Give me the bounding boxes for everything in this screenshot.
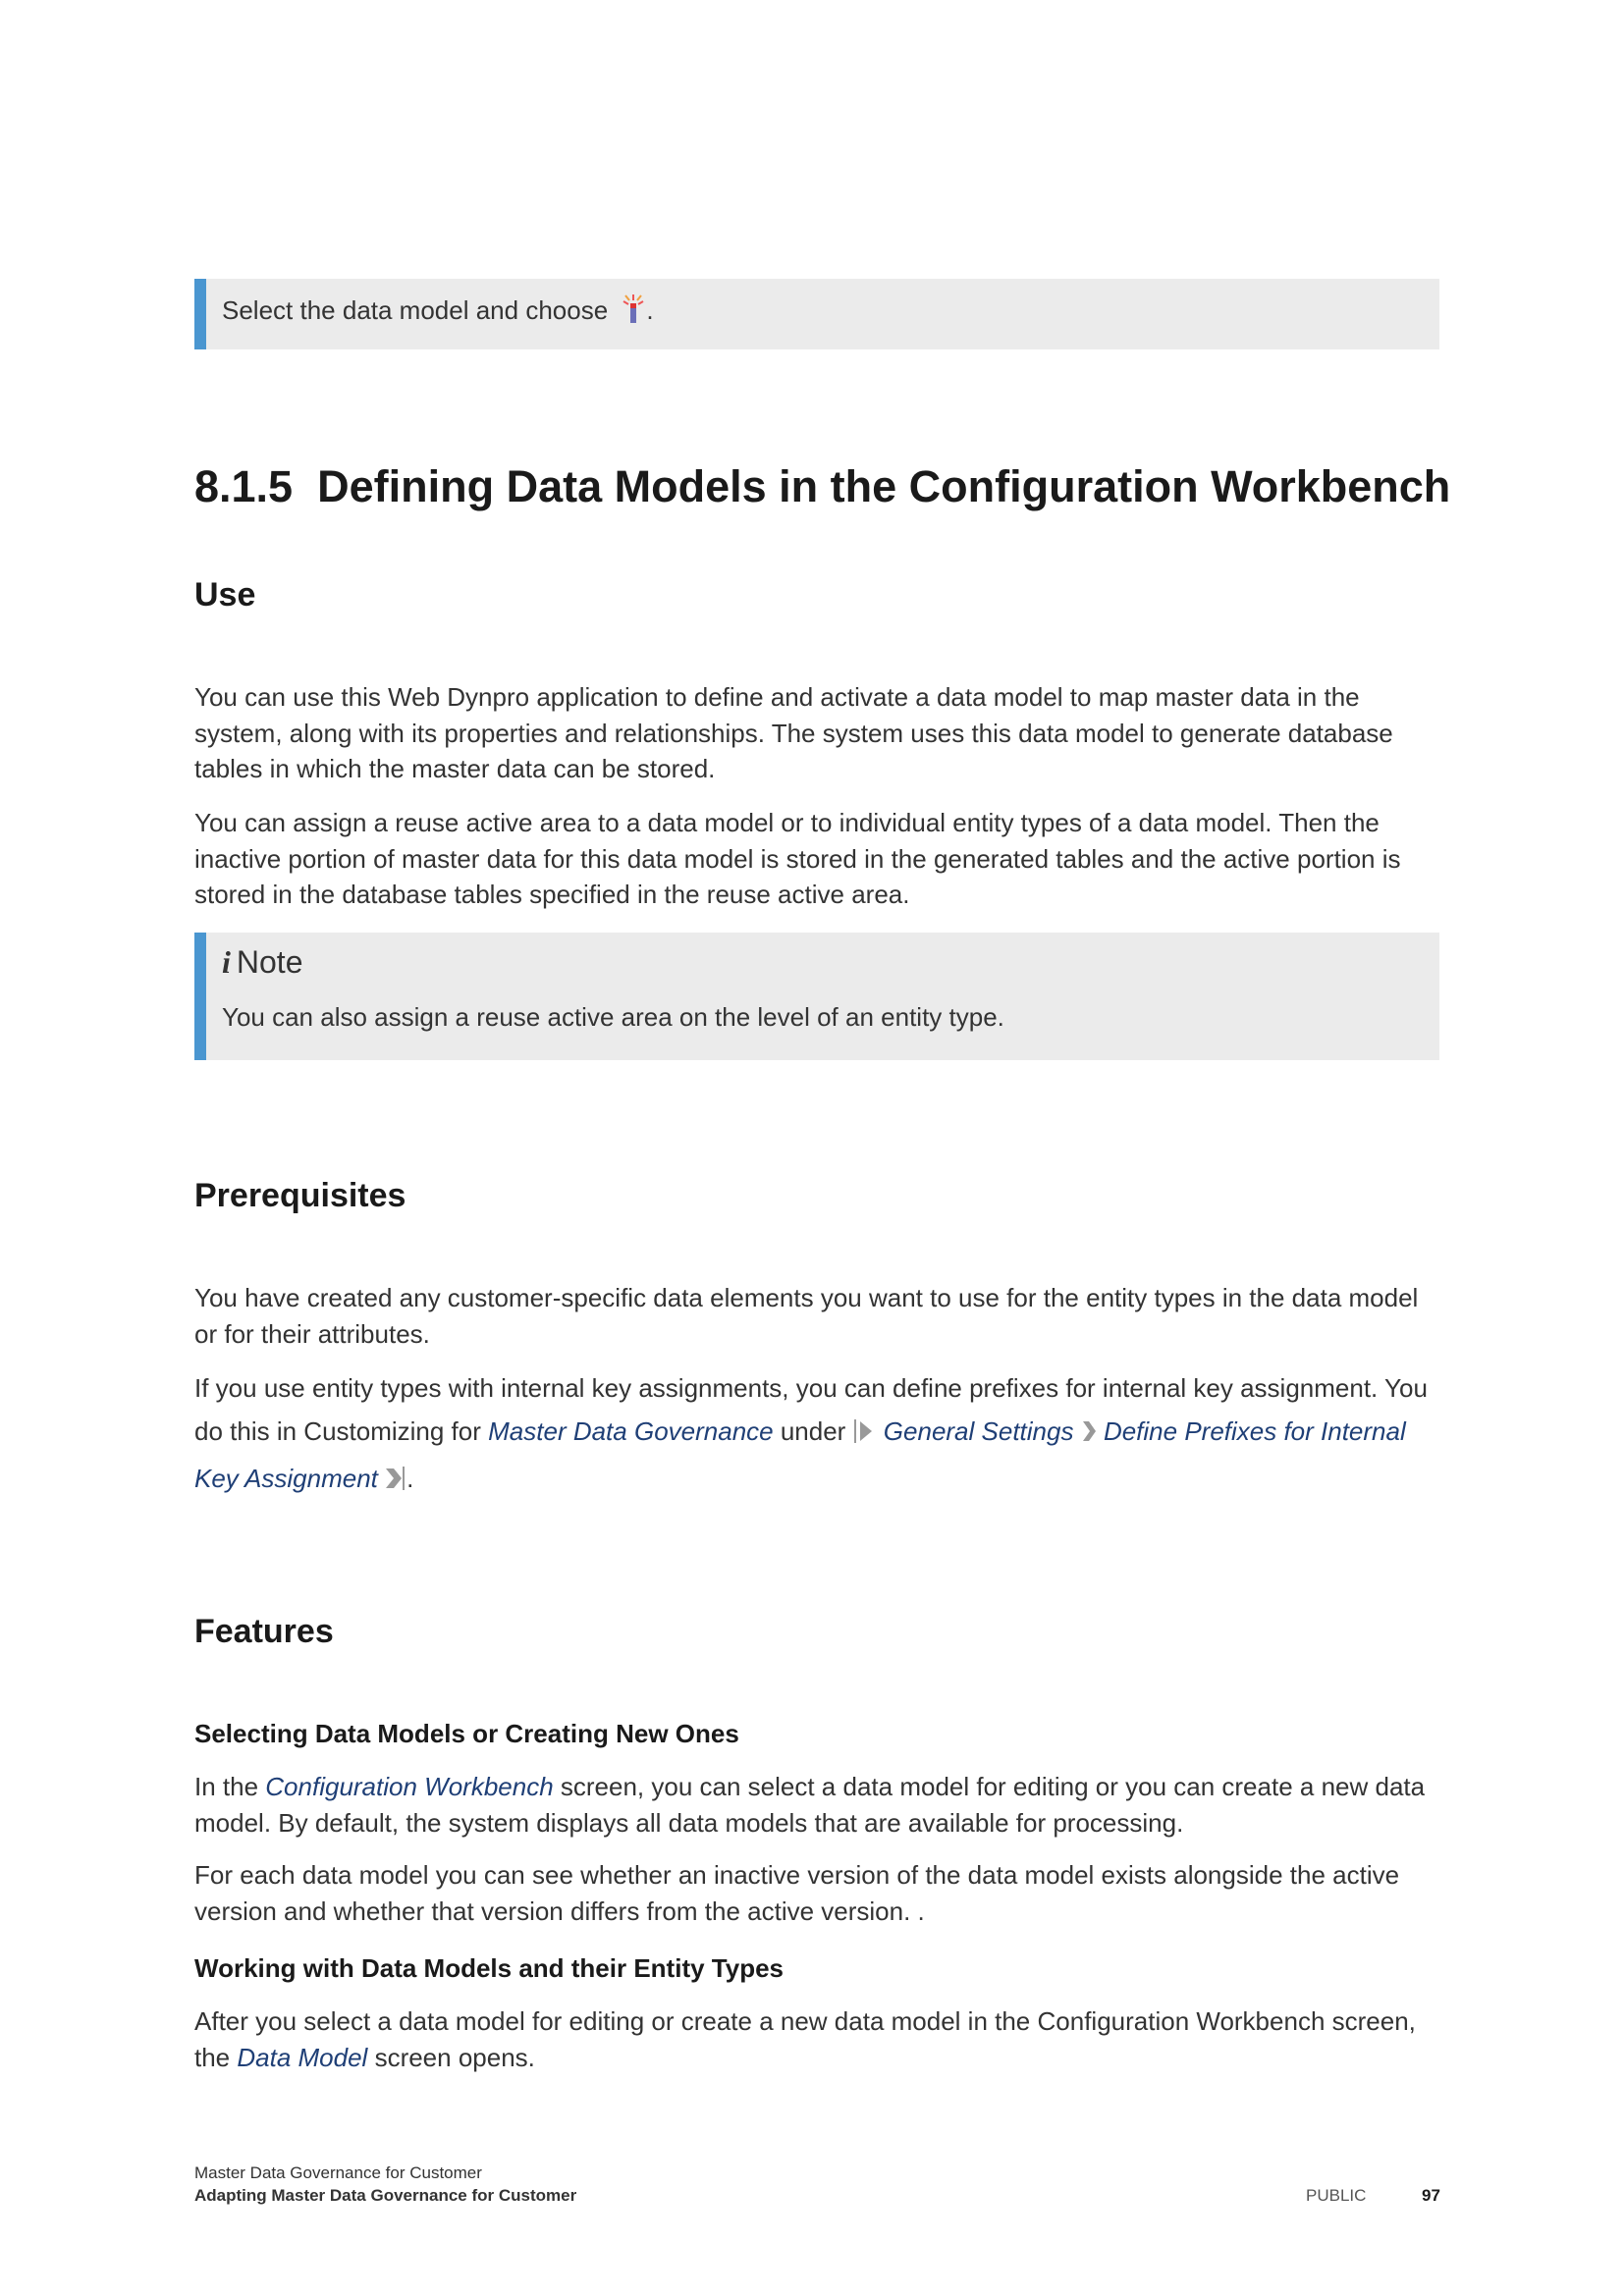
features-heading: Features [194, 1613, 334, 1650]
section-number: 8.1.5 [194, 461, 294, 511]
features-subheading-1: Selecting Data Models or Creating New On… [194, 1719, 739, 1748]
magic-wand-icon [621, 294, 646, 334]
note-text: You can also assign a reuse active area … [222, 1002, 1004, 1032]
note-callout: i Note You can also assign a reuse active… [194, 933, 1439, 1060]
note-label: Note [236, 944, 303, 980]
master-data-governance-link[interactable]: Master Data Governance [488, 1416, 773, 1446]
footer-document-title: Master Data Governance for Customer [194, 2163, 482, 2182]
section-heading: 8.1.5 Defining Data Models in the Config… [194, 457, 1450, 516]
features-paragraph-2: For each data model you can see whether … [194, 1860, 1400, 1926]
path-separator-icon [1081, 1414, 1097, 1457]
note-header: i Note [222, 942, 302, 982]
data-model-link[interactable]: Data Model [237, 2043, 367, 2072]
footer-chapter-title: Adapting Master Data Governance for Cust… [194, 2186, 577, 2205]
use-paragraph-2: You can assign a reuse active area to a … [194, 808, 1401, 909]
features-subheading-2: Working with Data Models and their Entit… [194, 1953, 784, 1983]
page-number: 97 [1422, 2186, 1440, 2205]
path-end-icon [385, 1461, 406, 1504]
prerequisites-heading: Prerequisites [194, 1177, 406, 1214]
instruction-callout: Select the data model and choose . [194, 279, 1439, 349]
general-settings-link[interactable]: General Settings [884, 1416, 1074, 1446]
prerequisites-paragraph-2: If you use entity types with internal ke… [194, 1366, 1443, 1504]
features-paragraph-3: After you select a data model for editin… [194, 2006, 1416, 2072]
prerequisites-paragraph-1: You have created any customer-specific d… [194, 1283, 1419, 1349]
path-start-icon [853, 1414, 877, 1457]
features-paragraph-1: In the Configuration Workbench screen, y… [194, 1772, 1426, 1838]
section-title: Defining Data Models in the Configuratio… [317, 461, 1451, 511]
footer-classification: PUBLIC [1306, 2186, 1367, 2205]
use-paragraph-1: You can use this Web Dynpro application … [194, 682, 1393, 783]
instruction-text: Select the data model and choose . [222, 293, 654, 334]
configuration-workbench-link[interactable]: Configuration Workbench [265, 1772, 553, 1801]
info-icon: i [222, 944, 231, 980]
use-heading: Use [194, 576, 256, 614]
